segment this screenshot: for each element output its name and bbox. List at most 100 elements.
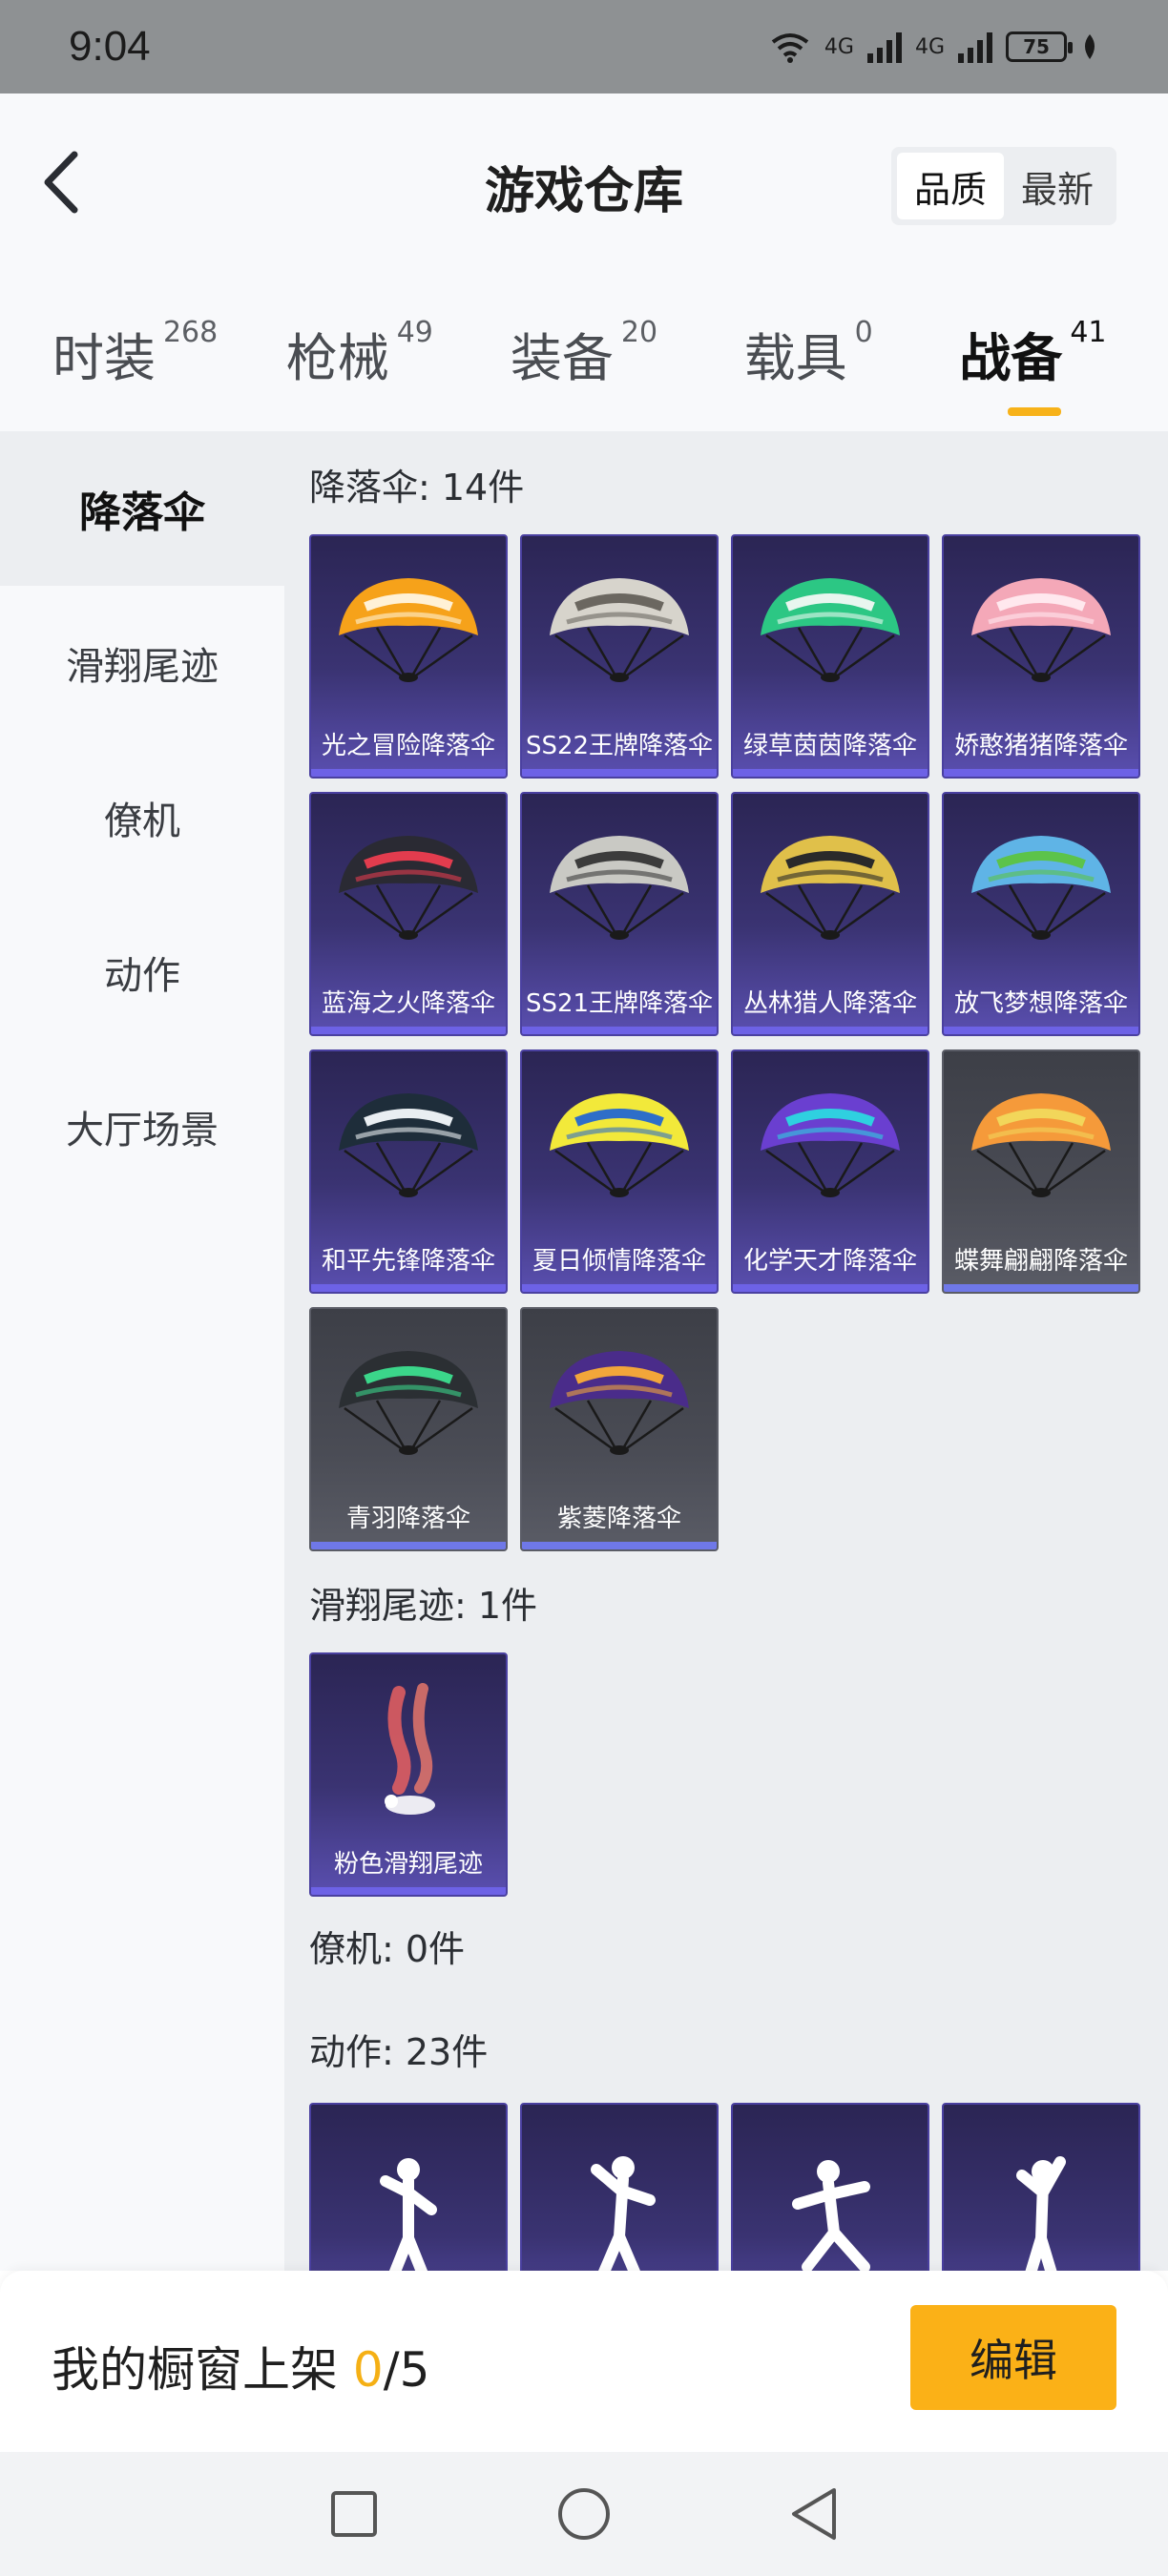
showcase-total: /5 — [383, 2342, 430, 2398]
tab-count: 49 — [396, 315, 433, 349]
home-button[interactable] — [555, 2485, 613, 2543]
item-name: 化学天才降落伞 — [742, 1247, 917, 1276]
parachute-art — [522, 822, 717, 966]
nav-back-button[interactable] — [785, 2485, 843, 2543]
sidebar: 降落伞 滑翔尾迹 僚机 动作 大厅场景 — [0, 431, 284, 2271]
sort-quality-button[interactable]: 品质 — [897, 153, 1004, 219]
sidebar-item-wingman[interactable]: 僚机 — [0, 740, 284, 895]
item-card[interactable]: 蝶舞翩翩降落伞 — [942, 1049, 1140, 1294]
item-name: 娇憨猪猪降落伞 — [953, 732, 1128, 760]
tab-label: 枪械 — [285, 327, 389, 388]
item-card[interactable]: 夏日倾情降落伞 — [520, 1049, 719, 1294]
item-name: 光之冒险降落伞 — [321, 732, 495, 760]
tab-label: 载具 — [743, 327, 847, 388]
item-name: 和平先锋降落伞 — [321, 1247, 495, 1276]
system-nav-bar — [0, 2452, 1168, 2576]
tab-count: 41 — [1070, 315, 1107, 349]
tab-label: 装备 — [510, 327, 614, 388]
item-card[interactable] — [731, 2103, 929, 2271]
item-card[interactable]: 蓝海之火降落伞 — [309, 792, 508, 1036]
sidebar-item-emote[interactable]: 动作 — [0, 895, 284, 1049]
parachute-art — [311, 1338, 506, 1481]
tab-equipment[interactable]: 装备 20 — [471, 316, 696, 391]
status-icons: 4G 4G 75 — [769, 31, 1099, 63]
parachute-icon — [550, 1093, 689, 1197]
showcase-label-text: 我的橱窗上架 — [52, 2342, 353, 2398]
emote-art — [733, 2133, 928, 2271]
parachute-art — [944, 1080, 1138, 1223]
network-type-2: 4G — [914, 34, 945, 59]
item-card[interactable]: 化学天才降落伞 — [731, 1049, 929, 1294]
item-content: 降落伞: 14件 光之冒险降落伞 SS22王牌降落伞 绿草茵茵降落伞 娇憨猪猪降落伞蓝… — [284, 431, 1168, 2271]
dancer-icon — [792, 2160, 870, 2271]
sidebar-item-parachute[interactable]: 降落伞 — [0, 431, 284, 586]
item-card[interactable]: SS21王牌降落伞 — [520, 792, 719, 1036]
tab-label: 战备 — [959, 327, 1063, 388]
parachute-icon — [550, 578, 689, 682]
dancer-icon — [591, 2156, 656, 2271]
parachute-icon — [971, 1093, 1111, 1197]
parachute-art — [733, 565, 928, 708]
recent-apps-button[interactable] — [325, 2485, 383, 2543]
section-title-parachute: 降落伞: 14件 — [309, 467, 525, 509]
emote-art — [522, 2133, 717, 2271]
parachute-icon — [339, 1351, 478, 1455]
status-bar: 9:04 4G 4G 75 — [0, 0, 1168, 93]
parachute-art — [522, 565, 717, 708]
item-card[interactable]: 紫菱降落伞 — [520, 1307, 719, 1551]
sidebar-item-lobby-scene[interactable]: 大厅场景 — [0, 1049, 284, 1204]
item-name: 放飞梦想降落伞 — [953, 989, 1128, 1018]
item-card[interactable]: 粉色滑翔尾迹 — [309, 1652, 508, 1897]
sidebar-item-glide-trail[interactable]: 滑翔尾迹 — [0, 586, 284, 740]
emote-art — [944, 2133, 1138, 2271]
parachute-art — [733, 822, 928, 966]
category-tabs: 时装 268 枪械 49 装备 20 载具 0 战备 41 — [0, 275, 1168, 431]
glide-trail-grid: 粉色滑翔尾迹 — [309, 1652, 1140, 1897]
tab-fashion[interactable]: 时装 268 — [23, 316, 247, 391]
item-card[interactable]: 绿草茵茵降落伞 — [731, 534, 929, 779]
item-name: SS21王牌降落伞 — [525, 989, 714, 1018]
item-card[interactable] — [520, 2103, 719, 2271]
signal-1-icon — [866, 31, 902, 63]
item-name: 丛林猎人降落伞 — [742, 989, 917, 1018]
item-card[interactable] — [309, 2103, 508, 2271]
leaf-icon — [1085, 34, 1095, 59]
tab-firearms[interactable]: 枪械 49 — [247, 316, 471, 391]
parachute-icon — [339, 836, 478, 940]
item-card[interactable]: 丛林猎人降落伞 — [731, 792, 929, 1036]
showcase-count: 0 — [352, 2342, 384, 2398]
tab-vehicles[interactable]: 载具 0 — [697, 316, 921, 391]
item-name: 蓝海之火降落伞 — [321, 989, 495, 1018]
item-card[interactable]: 娇憨猪猪降落伞 — [942, 534, 1140, 779]
parachute-icon — [339, 1093, 478, 1197]
tab-battle-gear[interactable]: 战备 41 — [921, 315, 1145, 416]
item-name: 粉色滑翔尾迹 — [333, 1850, 483, 1879]
parachute-icon — [761, 1093, 900, 1197]
item-card[interactable]: 青羽降落伞 — [309, 1307, 508, 1551]
parachute-art — [733, 1080, 928, 1223]
item-card[interactable]: 放飞梦想降落伞 — [942, 792, 1140, 1036]
item-card[interactable] — [942, 2103, 1140, 2271]
pink-smoke-trail-icon — [385, 1683, 435, 1815]
parachute-icon — [761, 836, 900, 940]
sort-newest-button[interactable]: 最新 — [1004, 153, 1111, 219]
glide-trail-art — [311, 1683, 506, 1826]
item-card[interactable]: 光之冒险降落伞 — [309, 534, 508, 779]
parachute-art — [944, 822, 1138, 966]
tab-label: 时装 — [52, 327, 156, 388]
parachute-art — [522, 1080, 717, 1223]
parachute-art — [944, 565, 1138, 708]
signal-2-icon — [958, 31, 992, 63]
item-name: 蝶舞翩翩降落伞 — [953, 1247, 1128, 1276]
section-title-emote: 动作: 23件 — [309, 2031, 489, 2073]
item-card[interactable]: 和平先锋降落伞 — [309, 1049, 508, 1294]
section-title-wingman: 僚机: 0件 — [309, 1928, 466, 1970]
battery-level: 75 — [1023, 35, 1050, 58]
network-type-1: 4G — [824, 34, 854, 59]
item-card[interactable]: SS22王牌降落伞 — [520, 534, 719, 779]
square-icon — [330, 2491, 377, 2537]
parachute-icon — [971, 578, 1111, 682]
item-name: 夏日倾情降落伞 — [532, 1247, 706, 1276]
edit-button[interactable]: 编辑 — [910, 2305, 1116, 2410]
circle-icon — [557, 2488, 610, 2540]
